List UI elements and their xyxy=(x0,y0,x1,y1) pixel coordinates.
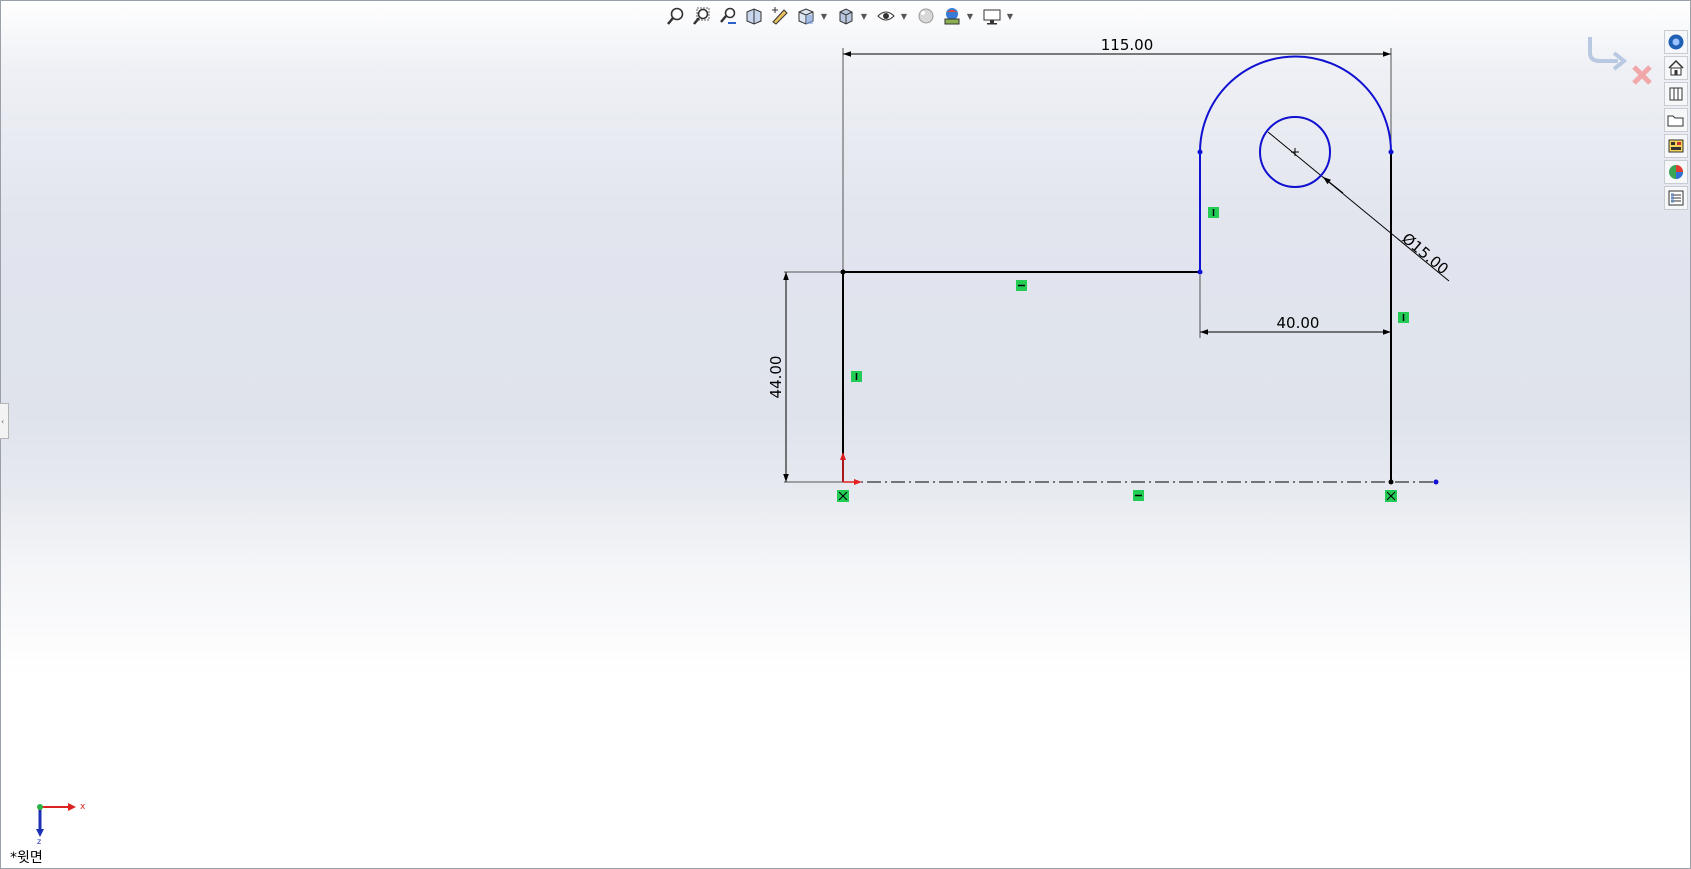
sketch-point[interactable] xyxy=(1388,149,1394,155)
sketch-origin-icon[interactable] xyxy=(840,452,862,485)
sketch-point[interactable] xyxy=(840,269,846,275)
reference-triad: x z xyxy=(30,795,90,846)
sketch-point[interactable] xyxy=(1433,479,1439,485)
sketch-arc[interactable] xyxy=(1199,55,1392,153)
dimension-text-diameter[interactable]: Ø15.00 xyxy=(1398,229,1452,278)
sketch-point[interactable] xyxy=(1197,269,1203,275)
relation-fixed-icon[interactable] xyxy=(1385,490,1397,502)
relation-horizontal-icon[interactable] xyxy=(1133,490,1144,501)
sketch-point[interactable] xyxy=(1388,479,1394,485)
sketch-point[interactable] xyxy=(1197,149,1203,155)
circle-center-mark xyxy=(1291,148,1299,156)
relation-vertical-icon[interactable] xyxy=(1398,312,1409,323)
relation-fixed-icon[interactable] xyxy=(837,490,849,502)
dimension-text-width[interactable]: 115.00 xyxy=(1101,36,1154,54)
triad-z-label: z xyxy=(37,837,41,845)
dimension-arrow-diameter xyxy=(1322,176,1344,194)
triad-x-label: x xyxy=(80,802,86,812)
relation-horizontal-icon[interactable] xyxy=(1016,280,1027,291)
dimension-text-tab[interactable]: 40.00 xyxy=(1277,314,1320,332)
sketch-canvas[interactable]: 115.00 44.00 40.00 Ø15.00 xyxy=(0,0,1691,869)
view-orientation-label: *윗면 xyxy=(10,850,43,866)
dimension-text-height[interactable]: 44.00 xyxy=(767,356,785,399)
relation-vertical-icon[interactable] xyxy=(1208,207,1219,218)
relation-vertical-icon[interactable] xyxy=(851,371,862,382)
